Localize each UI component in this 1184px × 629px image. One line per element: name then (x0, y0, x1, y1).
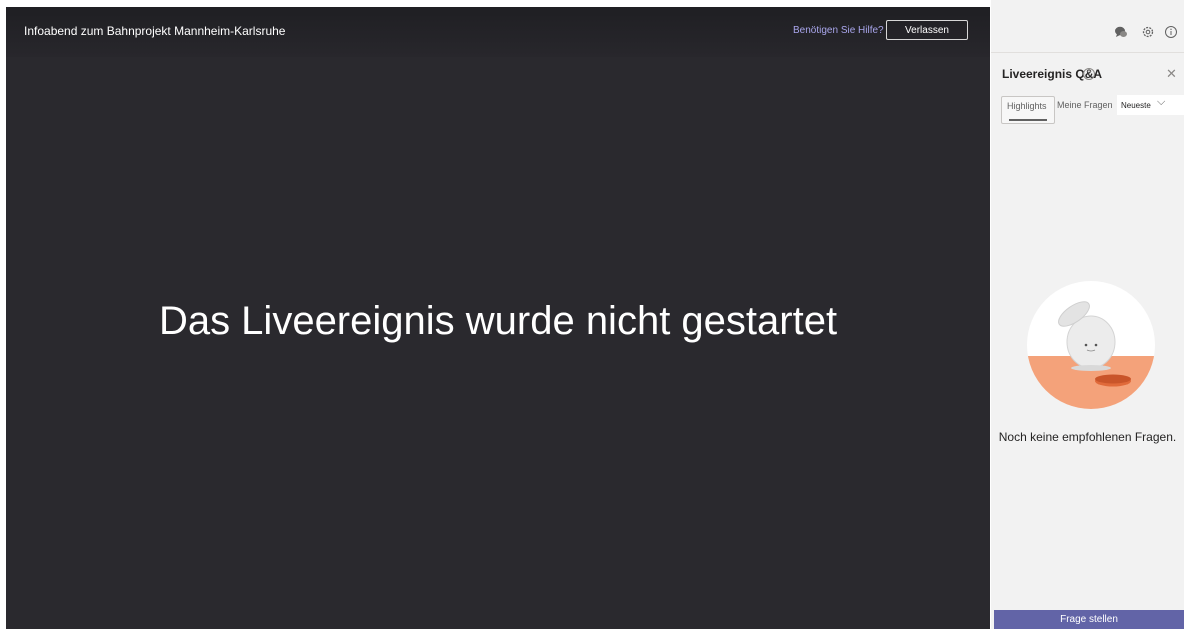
close-icon[interactable]: ✕ (1166, 66, 1177, 82)
tab-label: Highlights (1007, 101, 1047, 111)
video-stage: Infoabend zum Bahnprojekt Mannheim-Karls… (6, 7, 990, 629)
help-circle-icon[interactable]: ? (1083, 68, 1095, 80)
gear-icon[interactable] (1141, 25, 1155, 39)
tab-label: Meine Fragen (1057, 100, 1113, 110)
chat-bubbles-icon[interactable] (1114, 25, 1128, 39)
stage-header: Infoabend zum Bahnprojekt Mannheim-Karls… (6, 7, 990, 57)
not-started-message: Das Liveereignis wurde nicht gestartet (158, 299, 838, 343)
info-icon[interactable] (1164, 25, 1178, 39)
panel-toolbar (991, 0, 1184, 53)
sort-selected-value: Neueste (1121, 101, 1151, 110)
chevron-down-icon: ⌵ (1157, 96, 1166, 108)
help-link[interactable]: Benötigen Sie Hilfe? (793, 25, 884, 36)
tab-selected-indicator (1009, 119, 1047, 121)
tab-highlights[interactable]: Highlights (1001, 96, 1055, 124)
event-title: Infoabend zum Bahnprojekt Mannheim-Karls… (24, 24, 286, 38)
ask-question-button[interactable]: Frage stellen (994, 610, 1184, 629)
empty-state-text: Noch keine empfohlenen Fragen. (998, 430, 1177, 444)
qa-panel: Liveereignis Q&A ? ✕ Highlights Meine Fr… (991, 0, 1184, 629)
sort-dropdown[interactable]: Neueste ⌵ (1117, 95, 1184, 115)
leave-button[interactable]: Verlassen (886, 20, 968, 40)
empty-jar-illustration (1027, 281, 1155, 409)
